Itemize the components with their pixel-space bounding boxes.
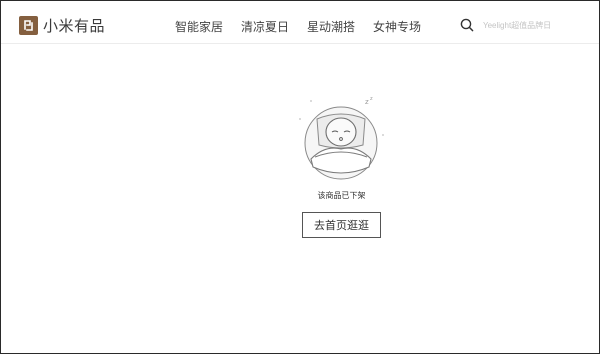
nav-item-smart-home[interactable]: 智能家居 <box>175 18 223 35</box>
page-frame: 小米有品 智能家居 清凉夏日 星动潮搭 女神专场 z z <box>0 0 600 354</box>
brand-logo-icon <box>19 15 38 35</box>
sleeping-face-icon: z z <box>299 96 384 180</box>
search-input[interactable] <box>483 16 593 34</box>
product-removed-message: 该商品已下架 <box>317 191 366 200</box>
nav-item-goddess[interactable]: 女神专场 <box>373 18 421 35</box>
nav-item-fashion[interactable]: 星动潮搭 <box>307 18 355 35</box>
main-nav: 智能家居 清凉夏日 星动潮搭 女神专场 <box>175 18 439 35</box>
go-home-button[interactable]: 去首页逛逛 <box>302 212 381 238</box>
brand-name: 小米有品 <box>43 16 106 35</box>
search-icon[interactable] <box>460 18 474 32</box>
top-header: 小米有品 智能家居 清凉夏日 星动潮搭 女神专场 <box>1 1 599 44</box>
svg-text:z: z <box>365 98 369 106</box>
svg-text:z: z <box>370 96 373 102</box>
search-bar <box>460 15 599 35</box>
brand-logo[interactable]: 小米有品 <box>19 15 105 35</box>
nav-item-summer[interactable]: 清凉夏日 <box>241 18 289 35</box>
